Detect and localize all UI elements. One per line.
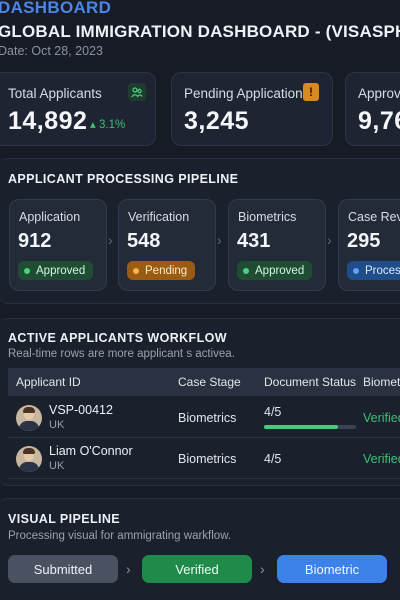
people-icon (128, 83, 146, 101)
table-header: Applicant ID Case Stage Document Status … (8, 368, 400, 396)
chevron-right-icon: › (217, 232, 222, 248)
stage-card-case-review[interactable]: Case Rev 295 Proces (338, 199, 400, 291)
document-status: 4/5 (264, 405, 282, 419)
stage-count: 912 (18, 230, 52, 252)
status-badge-label: Pending (145, 264, 188, 277)
biometrics-status: Verified (363, 452, 400, 466)
stage-label: Case Rev (348, 210, 400, 224)
stage-card-verification[interactable]: Verification 548 Pending (118, 199, 216, 291)
stage-label: Biometrics (238, 210, 297, 224)
column-header-biometrics[interactable]: Biometr (363, 375, 400, 389)
trend-up-icon: ▴ (90, 119, 96, 131)
chevron-right-icon: › (327, 232, 332, 248)
visual-pipeline-section: VISUAL PIPELINE Processing visual for am… (0, 498, 400, 600)
section-subtitle: Real-time rows are more applicant s acti… (8, 348, 235, 360)
document-status: 4/5 (264, 452, 282, 466)
section-title: ACTIVE APPLICANTS WORKFLOW (8, 331, 227, 345)
chevron-right-icon: › (108, 232, 113, 248)
status-dot (353, 267, 359, 274)
avatar (16, 405, 42, 431)
column-header-applicant-id[interactable]: Applicant ID (16, 375, 81, 389)
chevron-right-icon: › (260, 561, 265, 577)
status-badge: Pending (127, 261, 196, 280)
kpi-value: 14,892 (8, 107, 88, 135)
stage-count: 431 (237, 230, 271, 252)
flow-step-submitted[interactable]: Submitted (8, 555, 118, 583)
status-dot (243, 267, 249, 274)
status-badge: Approved (18, 261, 94, 280)
status-badge-label: Approved (36, 264, 86, 277)
status-badge-label: Approved (255, 264, 305, 277)
kpi-delta: ▴ 3.1% (90, 117, 125, 131)
status-dot (133, 267, 139, 274)
status-dot (24, 267, 30, 274)
section-title: VISUAL PIPELINE (8, 512, 121, 526)
section-title: APPLICANT PROCESSING PIPELINE (8, 172, 239, 186)
stage-card-application[interactable]: Application 912 Approved (9, 199, 107, 291)
section-subtitle: Processing visual for ammigrating warkfl… (8, 530, 232, 542)
kpi-value: 9,76 (358, 107, 400, 135)
kpi-card-approved[interactable]: Approve 9,76 (345, 72, 400, 146)
document-progress-bar (264, 425, 356, 429)
chevron-right-icon: › (126, 561, 131, 577)
kpi-value: 3,245 (184, 107, 250, 135)
stage-count: 295 (347, 230, 381, 252)
case-stage: Biometrics (178, 452, 237, 466)
kpi-delta-value: 3.1% (98, 119, 126, 131)
stage-label: Application (19, 210, 81, 224)
applicant-id[interactable]: Liam O'Connor (49, 444, 133, 458)
flow-step-biometric[interactable]: Biometric (277, 555, 387, 583)
page-title: GLOBAL IMMIGRATION DASHBOARD - (VISASPH (0, 22, 400, 41)
applicant-country: UK (49, 419, 65, 431)
brand-label: DASHBOARD (0, 0, 112, 17)
avatar (16, 446, 42, 472)
warning-icon: ! (303, 83, 319, 101)
column-header-document-status[interactable]: Document Status (264, 375, 356, 389)
flow-step-verified[interactable]: Verified (142, 555, 252, 583)
column-header-case-stage[interactable]: Case Stage (178, 375, 241, 389)
case-stage: Biometrics (178, 411, 237, 425)
table-row[interactable]: VSP-00412 UK Biometrics 4/5 Verified (8, 398, 400, 438)
date-label: Date: Oct 28, 2023 (0, 44, 103, 58)
status-badge: Approved (237, 261, 313, 280)
status-badge-label: Proces (365, 264, 400, 277)
status-badge: Proces (347, 261, 400, 280)
stage-label: Verification (128, 210, 190, 224)
stage-card-biometrics[interactable]: Biometrics 431 Approved (228, 199, 326, 291)
stage-count: 548 (127, 230, 161, 252)
table-row[interactable]: Liam O'Connor UK Biometrics 4/5 Verified (8, 439, 400, 479)
biometrics-status: Verified (363, 411, 400, 425)
kpi-label: Pending Applications (184, 86, 310, 101)
kpi-label: Total Applicants (8, 86, 102, 101)
kpi-label: Approve (358, 86, 400, 101)
applicant-id[interactable]: VSP-00412 (49, 403, 113, 417)
applicant-country: UK (49, 460, 65, 472)
